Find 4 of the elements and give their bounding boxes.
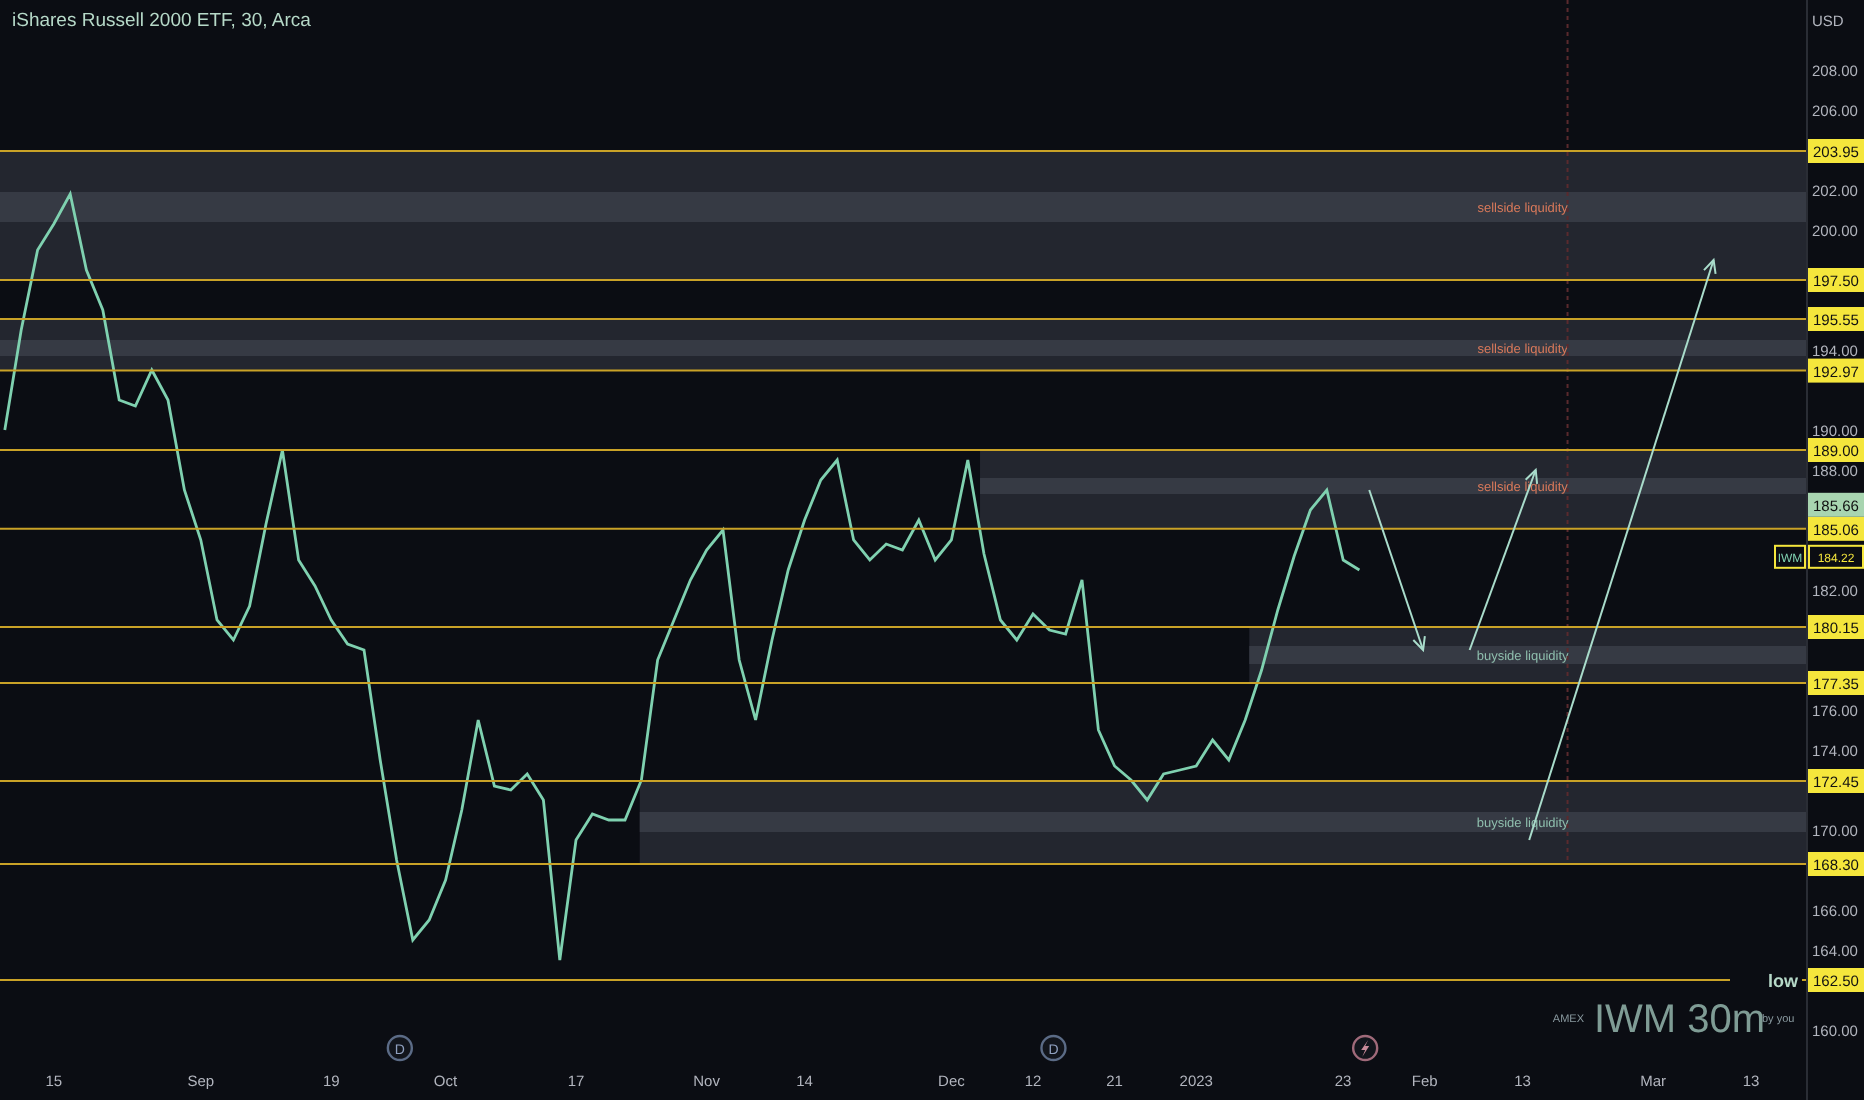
- level-label: low: [1730, 968, 1802, 992]
- chart-title: iShares Russell 2000 ETF, 30, Arca: [12, 10, 311, 32]
- lightning-icon[interactable]: [1351, 1034, 1379, 1062]
- annotation: low: [1768, 971, 1800, 991]
